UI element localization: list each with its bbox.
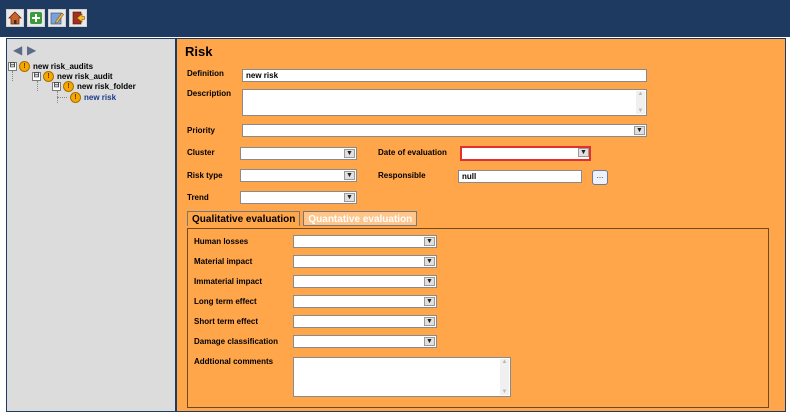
- tree-item-risk[interactable]: ! new risk: [57, 91, 117, 103]
- cluster-label: Cluster: [187, 148, 215, 157]
- tree-item-risk-audits[interactable]: ⊟ ! new risk_audits: [8, 60, 94, 72]
- responsible-field[interactable]: null: [458, 170, 582, 183]
- chevron-down-icon[interactable]: ▼: [344, 171, 355, 180]
- tree-connector: [12, 71, 13, 81]
- chevron-down-icon[interactable]: ▼: [344, 193, 355, 202]
- additional-comments-label: Addtional comments: [194, 357, 274, 366]
- collapse-icon[interactable]: ⊟: [32, 71, 41, 81]
- warning-icon: !: [63, 80, 74, 92]
- warning-icon: !: [19, 60, 30, 72]
- tree-item-label: new risk_audits: [33, 61, 94, 71]
- immaterial-impact-select[interactable]: ▼: [293, 275, 437, 288]
- application-window: ◀ ▶ ⊟ ! new risk_audits ⊟ ! new risk_aud…: [0, 0, 790, 416]
- evaluation-tabs: Qualitative evaluation Quantative evalua…: [187, 211, 418, 227]
- scrollbar[interactable]: ▲ ▼: [636, 91, 645, 114]
- tree-item-label: new risk_folder: [77, 81, 136, 91]
- tree-item-label: new risk_audit: [57, 71, 113, 81]
- chevron-down-icon[interactable]: ▼: [424, 317, 435, 326]
- tree-item-label: new risk: [84, 92, 117, 102]
- scroll-down-icon[interactable]: ▼: [636, 108, 645, 114]
- date-of-evaluation-label: Date of evaluation: [378, 148, 447, 157]
- qualitative-evaluation-panel: Human losses ▼ Material impact ▼ Immater…: [187, 228, 769, 408]
- scrollbar[interactable]: ▲ ▼: [500, 359, 509, 395]
- tree-panel: ◀ ▶ ⊟ ! new risk_audits ⊟ ! new risk_aud…: [6, 38, 174, 410]
- collapse-icon[interactable]: ⊟: [52, 81, 61, 91]
- back-arrow-icon[interactable]: ◀: [13, 43, 22, 57]
- page-title: Risk: [185, 44, 213, 59]
- scroll-down-icon[interactable]: ▼: [500, 389, 509, 395]
- forward-arrow-icon[interactable]: ▶: [27, 43, 36, 57]
- home-icon[interactable]: [6, 9, 24, 27]
- trend-label: Trend: [187, 193, 209, 202]
- chevron-down-icon[interactable]: ▼: [424, 297, 435, 306]
- scroll-up-icon[interactable]: ▲: [500, 359, 509, 365]
- chevron-down-icon[interactable]: ▼: [344, 149, 355, 158]
- material-impact-select[interactable]: ▼: [293, 255, 437, 268]
- warning-icon: !: [70, 91, 81, 103]
- tree-item-risk-folder[interactable]: ⊟ ! new risk_folder: [52, 80, 136, 92]
- damage-classification-label: Damage classification: [194, 337, 279, 346]
- add-icon[interactable]: [27, 9, 45, 27]
- damage-classification-select[interactable]: ▼: [293, 335, 437, 348]
- edit-icon[interactable]: [48, 9, 66, 27]
- priority-label: Priority: [187, 126, 216, 135]
- collapse-icon[interactable]: ⊟: [8, 61, 17, 71]
- tree-item-risk-audit[interactable]: ⊟ ! new risk_audit: [32, 70, 113, 82]
- chevron-down-icon[interactable]: ▼: [424, 257, 435, 266]
- chevron-down-icon[interactable]: ▼: [424, 337, 435, 346]
- exit-icon[interactable]: [69, 9, 87, 27]
- risk-form-panel: Risk Definition new risk Description ▲ ▼…: [176, 38, 786, 412]
- chevron-down-icon[interactable]: ▼: [424, 277, 435, 286]
- chevron-down-icon[interactable]: ▼: [424, 237, 435, 246]
- long-term-effect-select[interactable]: ▼: [293, 295, 437, 308]
- toolbar: [0, 0, 790, 37]
- long-term-effect-label: Long term effect: [194, 297, 257, 306]
- tree-connector: [57, 96, 67, 98]
- chevron-down-icon[interactable]: ▼: [634, 126, 645, 135]
- additional-comments-field[interactable]: ▲ ▼: [293, 357, 511, 397]
- definition-field[interactable]: new risk: [242, 69, 647, 82]
- warning-icon: !: [43, 70, 54, 82]
- material-impact-label: Material impact: [194, 257, 253, 266]
- tab-quantative-evaluation[interactable]: Quantative evaluation: [303, 211, 418, 226]
- trend-select[interactable]: ▼: [240, 191, 357, 204]
- responsible-label: Responsible: [378, 171, 426, 180]
- human-losses-label: Human losses: [194, 237, 249, 246]
- definition-label: Definition: [187, 69, 224, 78]
- browse-button[interactable]: ...: [592, 170, 608, 185]
- scroll-up-icon[interactable]: ▲: [636, 91, 645, 97]
- description-label: Description: [187, 89, 232, 98]
- risk-type-label: Risk type: [187, 171, 223, 180]
- human-losses-select[interactable]: ▼: [293, 235, 437, 248]
- short-term-effect-select[interactable]: ▼: [293, 315, 437, 328]
- risk-type-select[interactable]: ▼: [240, 169, 357, 182]
- cluster-select[interactable]: ▼: [240, 147, 357, 160]
- immaterial-impact-label: Immaterial impact: [194, 277, 263, 286]
- tab-qualitative-evaluation[interactable]: Qualitative evaluation: [187, 211, 301, 226]
- priority-select[interactable]: ▼: [242, 124, 647, 137]
- chevron-down-icon[interactable]: ▼: [578, 148, 589, 157]
- tree-connector: [37, 81, 38, 91]
- description-field[interactable]: ▲ ▼: [242, 89, 647, 116]
- short-term-effect-label: Short term effect: [194, 317, 259, 326]
- date-of-evaluation-field[interactable]: ▼: [460, 146, 591, 161]
